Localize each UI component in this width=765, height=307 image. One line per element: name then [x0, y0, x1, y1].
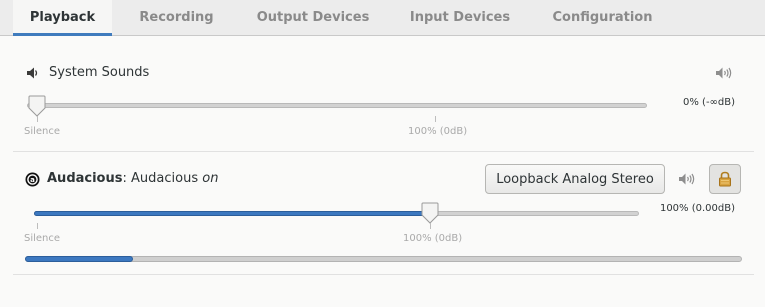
- app-name: Audacious: [47, 171, 123, 186]
- audacious-stream-title: Audacious: Audacious on: [47, 171, 218, 186]
- playback-panel: System Sounds Silence 100% (0dB) 0% (-∞d…: [0, 36, 765, 307]
- tab-playback[interactable]: Playback: [13, 0, 112, 36]
- audacious-volume-value: 100% (0.00dB): [659, 203, 735, 214]
- audacious-volume-fill: [34, 211, 430, 216]
- stream-name: Audacious: [131, 171, 199, 186]
- lock-channels-button[interactable]: [709, 164, 741, 194]
- system-sounds-volume-track[interactable]: [27, 103, 647, 108]
- stream-status: on: [202, 171, 219, 186]
- mute-toggle-icon[interactable]: [715, 65, 733, 81]
- mute-toggle-icon[interactable]: [678, 171, 696, 187]
- audacious-mark-100: 100% (0dB): [403, 233, 463, 244]
- audacious-tick-silence: [37, 223, 38, 229]
- tab-output-devices[interactable]: Output Devices: [243, 0, 383, 35]
- system-sounds-tick-100: [435, 116, 436, 122]
- stream-divider: [13, 274, 754, 275]
- audacious-mark-silence: Silence: [24, 233, 61, 244]
- system-sounds-mark-silence: Silence: [24, 126, 61, 137]
- system-sounds-volume-knob[interactable]: [27, 95, 47, 117]
- system-sounds-mark-100: 100% (0dB): [408, 126, 468, 137]
- audacious-icon: a: [24, 171, 40, 187]
- speaker-icon: [24, 65, 40, 81]
- svg-text:a: a: [30, 176, 35, 184]
- system-sounds-volume-value: 0% (-∞dB): [683, 97, 735, 108]
- stream-divider: [13, 151, 754, 152]
- title-separator: :: [122, 171, 127, 186]
- system-sounds-tick-silence: [37, 116, 38, 122]
- lock-icon: [718, 171, 732, 187]
- audacious-tick-100: [430, 223, 431, 229]
- audacious-volume-knob[interactable]: [420, 202, 440, 224]
- tab-configuration[interactable]: Configuration: [540, 0, 665, 35]
- system-sounds-title: System Sounds: [49, 65, 150, 80]
- audacious-peak-meter-fill: [25, 256, 133, 262]
- output-device-button[interactable]: Loopback Analog Stereo: [485, 164, 665, 194]
- tab-recording[interactable]: Recording: [119, 0, 234, 35]
- tab-bar: Playback Recording Output Devices Input …: [0, 0, 765, 36]
- tab-input-devices[interactable]: Input Devices: [396, 0, 524, 35]
